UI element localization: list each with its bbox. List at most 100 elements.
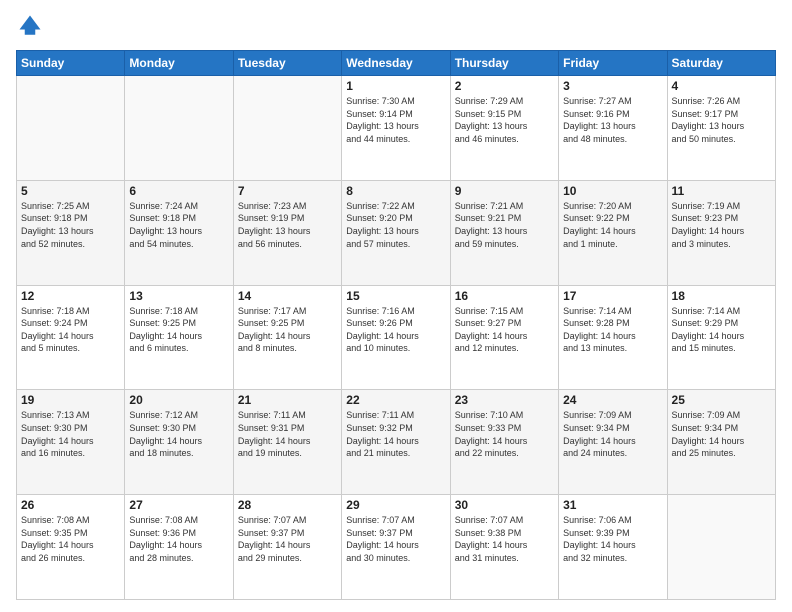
day-info: Sunrise: 7:24 AMSunset: 9:18 PMDaylight:… [129, 200, 228, 250]
day-info: Sunrise: 7:22 AMSunset: 9:20 PMDaylight:… [346, 200, 445, 250]
day-number: 3 [563, 79, 662, 93]
day-number: 31 [563, 498, 662, 512]
calendar-cell: 29Sunrise: 7:07 AMSunset: 9:37 PMDayligh… [342, 495, 450, 600]
day-info: Sunrise: 7:17 AMSunset: 9:25 PMDaylight:… [238, 305, 337, 355]
calendar-cell: 28 Sunrise: 7:07 AMSunset: 9:37 PMDayligh… [233, 495, 341, 600]
day-info: Sunrise: 7:09 AMSunset: 9:34 PMDaylight:… [672, 409, 771, 459]
day-number: 26 [21, 498, 120, 512]
calendar-table: SundayMondayTuesdayWednesdayThursdayFrid… [16, 50, 776, 600]
day-number: 10 [563, 184, 662, 198]
calendar-cell: 18Sunrise: 7:14 AMSunset: 9:29 PMDayligh… [667, 285, 775, 390]
day-info: Sunrise: 7:08 AMSunset: 9:36 PMDaylight:… [129, 514, 228, 564]
weekday-header-wednesday: Wednesday [342, 51, 450, 76]
calendar-cell: 19Sunrise: 7:13 AMSunset: 9:30 PMDayligh… [17, 390, 125, 495]
week-row-0: 1Sunrise: 7:30 AMSunset: 9:14 PMDaylight… [17, 76, 776, 181]
day-info: Sunrise: 7:10 AMSunset: 9:33 PMDaylight:… [455, 409, 554, 459]
calendar-cell: 23 Sunrise: 7:10 AMSunset: 9:33 PMDayligh… [450, 390, 558, 495]
day-info: Sunrise: 7:15 AMSunset: 9:27 PMDaylight:… [455, 305, 554, 355]
day-info: Sunrise: 7:23 AMSunset: 9:19 PMDaylight:… [238, 200, 337, 250]
day-number: 2 [455, 79, 554, 93]
day-info: Sunrise: 7:14 AMSunset: 9:28 PMDaylight:… [563, 305, 662, 355]
day-number: 30 [455, 498, 554, 512]
day-number: 23 [455, 393, 554, 407]
calendar-cell: 9Sunrise: 7:21 AMSunset: 9:21 PMDaylight… [450, 180, 558, 285]
calendar-cell: 5Sunrise: 7:25 AMSunset: 9:18 PMDaylight… [17, 180, 125, 285]
day-info: Sunrise: 7:16 AMSunset: 9:26 PMDaylight:… [346, 305, 445, 355]
calendar-cell: 8 Sunrise: 7:22 AMSunset: 9:20 PMDaylight… [342, 180, 450, 285]
calendar-cell: 13Sunrise: 7:18 AMSunset: 9:25 PMDayligh… [125, 285, 233, 390]
week-row-3: 19Sunrise: 7:13 AMSunset: 9:30 PMDayligh… [17, 390, 776, 495]
day-number: 21 [238, 393, 337, 407]
day-number: 8 [346, 184, 445, 198]
calendar-cell: 25 Sunrise: 7:09 AMSunset: 9:34 PMDayligh… [667, 390, 775, 495]
day-info: Sunrise: 7:19 AMSunset: 9:23 PMDaylight:… [672, 200, 771, 250]
calendar-cell: 14 Sunrise: 7:17 AMSunset: 9:25 PMDayligh… [233, 285, 341, 390]
week-row-4: 26 Sunrise: 7:08 AMSunset: 9:35 PMDayligh… [17, 495, 776, 600]
calendar-cell: 21 Sunrise: 7:11 AMSunset: 9:31 PMDayligh… [233, 390, 341, 495]
day-number: 20 [129, 393, 228, 407]
calendar-cell: 12Sunrise: 7:18 AMSunset: 9:24 PMDayligh… [17, 285, 125, 390]
weekday-header-saturday: Saturday [667, 51, 775, 76]
logo-icon [16, 12, 44, 40]
calendar-cell: 31Sunrise: 7:06 AMSunset: 9:39 PMDayligh… [559, 495, 667, 600]
calendar-cell [233, 76, 341, 181]
calendar-cell: 16 Sunrise: 7:15 AMSunset: 9:27 PMDayligh… [450, 285, 558, 390]
day-info: Sunrise: 7:09 AMSunset: 9:34 PMDaylight:… [563, 409, 662, 459]
day-number: 16 [455, 289, 554, 303]
day-number: 27 [129, 498, 228, 512]
weekday-header-sunday: Sunday [17, 51, 125, 76]
day-info: Sunrise: 7:07 AMSunset: 9:38 PMDaylight:… [455, 514, 554, 564]
calendar-cell: 15 Sunrise: 7:16 AMSunset: 9:26 PMDayligh… [342, 285, 450, 390]
day-number: 9 [455, 184, 554, 198]
day-info: Sunrise: 7:26 AMSunset: 9:17 PMDaylight:… [672, 95, 771, 145]
day-info: Sunrise: 7:07 AMSunset: 9:37 PMDaylight:… [238, 514, 337, 564]
day-info: Sunrise: 7:20 AMSunset: 9:22 PMDaylight:… [563, 200, 662, 250]
day-info: Sunrise: 7:11 AMSunset: 9:32 PMDaylight:… [346, 409, 445, 459]
day-info: Sunrise: 7:29 AMSunset: 9:15 PMDaylight:… [455, 95, 554, 145]
calendar-cell: 26 Sunrise: 7:08 AMSunset: 9:35 PMDayligh… [17, 495, 125, 600]
logo [16, 12, 48, 40]
calendar-cell: 22 Sunrise: 7:11 AMSunset: 9:32 PMDayligh… [342, 390, 450, 495]
day-info: Sunrise: 7:12 AMSunset: 9:30 PMDaylight:… [129, 409, 228, 459]
day-number: 1 [346, 79, 445, 93]
calendar-cell [17, 76, 125, 181]
day-number: 28 [238, 498, 337, 512]
calendar-cell [667, 495, 775, 600]
day-number: 7 [238, 184, 337, 198]
day-number: 24 [563, 393, 662, 407]
day-info: Sunrise: 7:11 AMSunset: 9:31 PMDaylight:… [238, 409, 337, 459]
calendar-cell: 11Sunrise: 7:19 AMSunset: 9:23 PMDayligh… [667, 180, 775, 285]
weekday-header-monday: Monday [125, 51, 233, 76]
day-number: 15 [346, 289, 445, 303]
day-number: 6 [129, 184, 228, 198]
weekday-header-friday: Friday [559, 51, 667, 76]
calendar-cell: 4 Sunrise: 7:26 AMSunset: 9:17 PMDaylight… [667, 76, 775, 181]
weekday-header-row: SundayMondayTuesdayWednesdayThursdayFrid… [17, 51, 776, 76]
calendar-cell: 27 Sunrise: 7:08 AMSunset: 9:36 PMDayligh… [125, 495, 233, 600]
calendar-cell: 20 Sunrise: 7:12 AMSunset: 9:30 PMDayligh… [125, 390, 233, 495]
day-number: 4 [672, 79, 771, 93]
weekday-header-thursday: Thursday [450, 51, 558, 76]
day-info: Sunrise: 7:08 AMSunset: 9:35 PMDaylight:… [21, 514, 120, 564]
day-number: 22 [346, 393, 445, 407]
day-number: 19 [21, 393, 120, 407]
week-row-2: 12Sunrise: 7:18 AMSunset: 9:24 PMDayligh… [17, 285, 776, 390]
calendar-cell: 24 Sunrise: 7:09 AMSunset: 9:34 PMDayligh… [559, 390, 667, 495]
day-info: Sunrise: 7:27 AMSunset: 9:16 PMDaylight:… [563, 95, 662, 145]
calendar-cell: 17 Sunrise: 7:14 AMSunset: 9:28 PMDayligh… [559, 285, 667, 390]
weekday-header-tuesday: Tuesday [233, 51, 341, 76]
day-info: Sunrise: 7:18 AMSunset: 9:25 PMDaylight:… [129, 305, 228, 355]
page: SundayMondayTuesdayWednesdayThursdayFrid… [0, 0, 792, 612]
day-info: Sunrise: 7:18 AMSunset: 9:24 PMDaylight:… [21, 305, 120, 355]
day-number: 14 [238, 289, 337, 303]
header [16, 12, 776, 40]
day-number: 18 [672, 289, 771, 303]
day-number: 17 [563, 289, 662, 303]
calendar-cell: 1Sunrise: 7:30 AMSunset: 9:14 PMDaylight… [342, 76, 450, 181]
calendar-cell [125, 76, 233, 181]
calendar-cell: 10 Sunrise: 7:20 AMSunset: 9:22 PMDayligh… [559, 180, 667, 285]
calendar-cell: 7 Sunrise: 7:23 AMSunset: 9:19 PMDaylight… [233, 180, 341, 285]
day-number: 25 [672, 393, 771, 407]
calendar-cell: 6 Sunrise: 7:24 AMSunset: 9:18 PMDaylight… [125, 180, 233, 285]
day-number: 5 [21, 184, 120, 198]
